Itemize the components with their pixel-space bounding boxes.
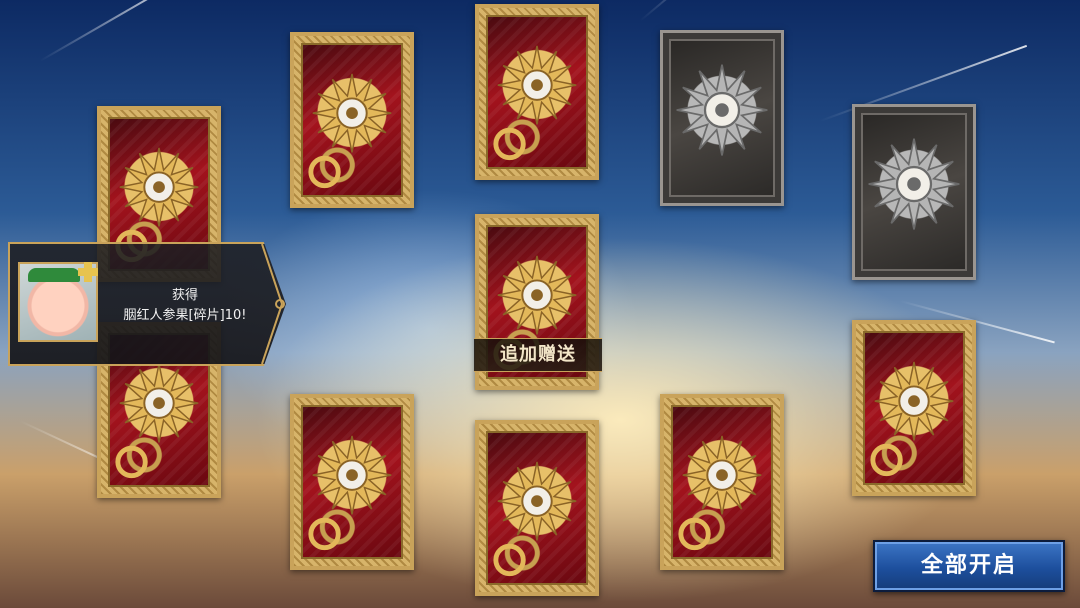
sun-emblem-icon — [308, 73, 392, 189]
reward-toast-title: 获得 — [171, 288, 198, 303]
card-face-down[interactable] — [660, 394, 784, 570]
reward-toast-message: 胭红人参果[碎片]10! — [123, 308, 247, 323]
sun-emblem-icon — [868, 138, 960, 230]
bonus-card-label: 追加赠送 — [474, 338, 602, 372]
card-face-down[interactable] — [475, 420, 599, 596]
card-face-down[interactable] — [290, 32, 414, 208]
card-face-down[interactable] — [290, 394, 414, 570]
ginseng-fruit-avatar — [18, 262, 98, 342]
toast-ornament-icon — [261, 243, 285, 365]
sun-emblem-icon — [493, 45, 577, 161]
star-streak — [39, 0, 180, 62]
puzzle-piece-icon — [78, 262, 98, 282]
sun-emblem-icon — [676, 64, 768, 156]
card-face-down-silver[interactable] — [660, 30, 784, 206]
card-face-down[interactable] — [475, 4, 599, 180]
sun-emblem-icon — [678, 435, 762, 551]
sun-emblem-icon — [493, 461, 577, 577]
sun-emblem-icon — [870, 361, 954, 477]
card-face-down-silver[interactable] — [852, 104, 976, 280]
sun-emblem-icon — [308, 435, 392, 551]
star-streak — [639, 0, 779, 22]
open-all-button[interactable]: 全部开启 — [873, 540, 1065, 592]
card-face-down[interactable] — [852, 320, 976, 496]
